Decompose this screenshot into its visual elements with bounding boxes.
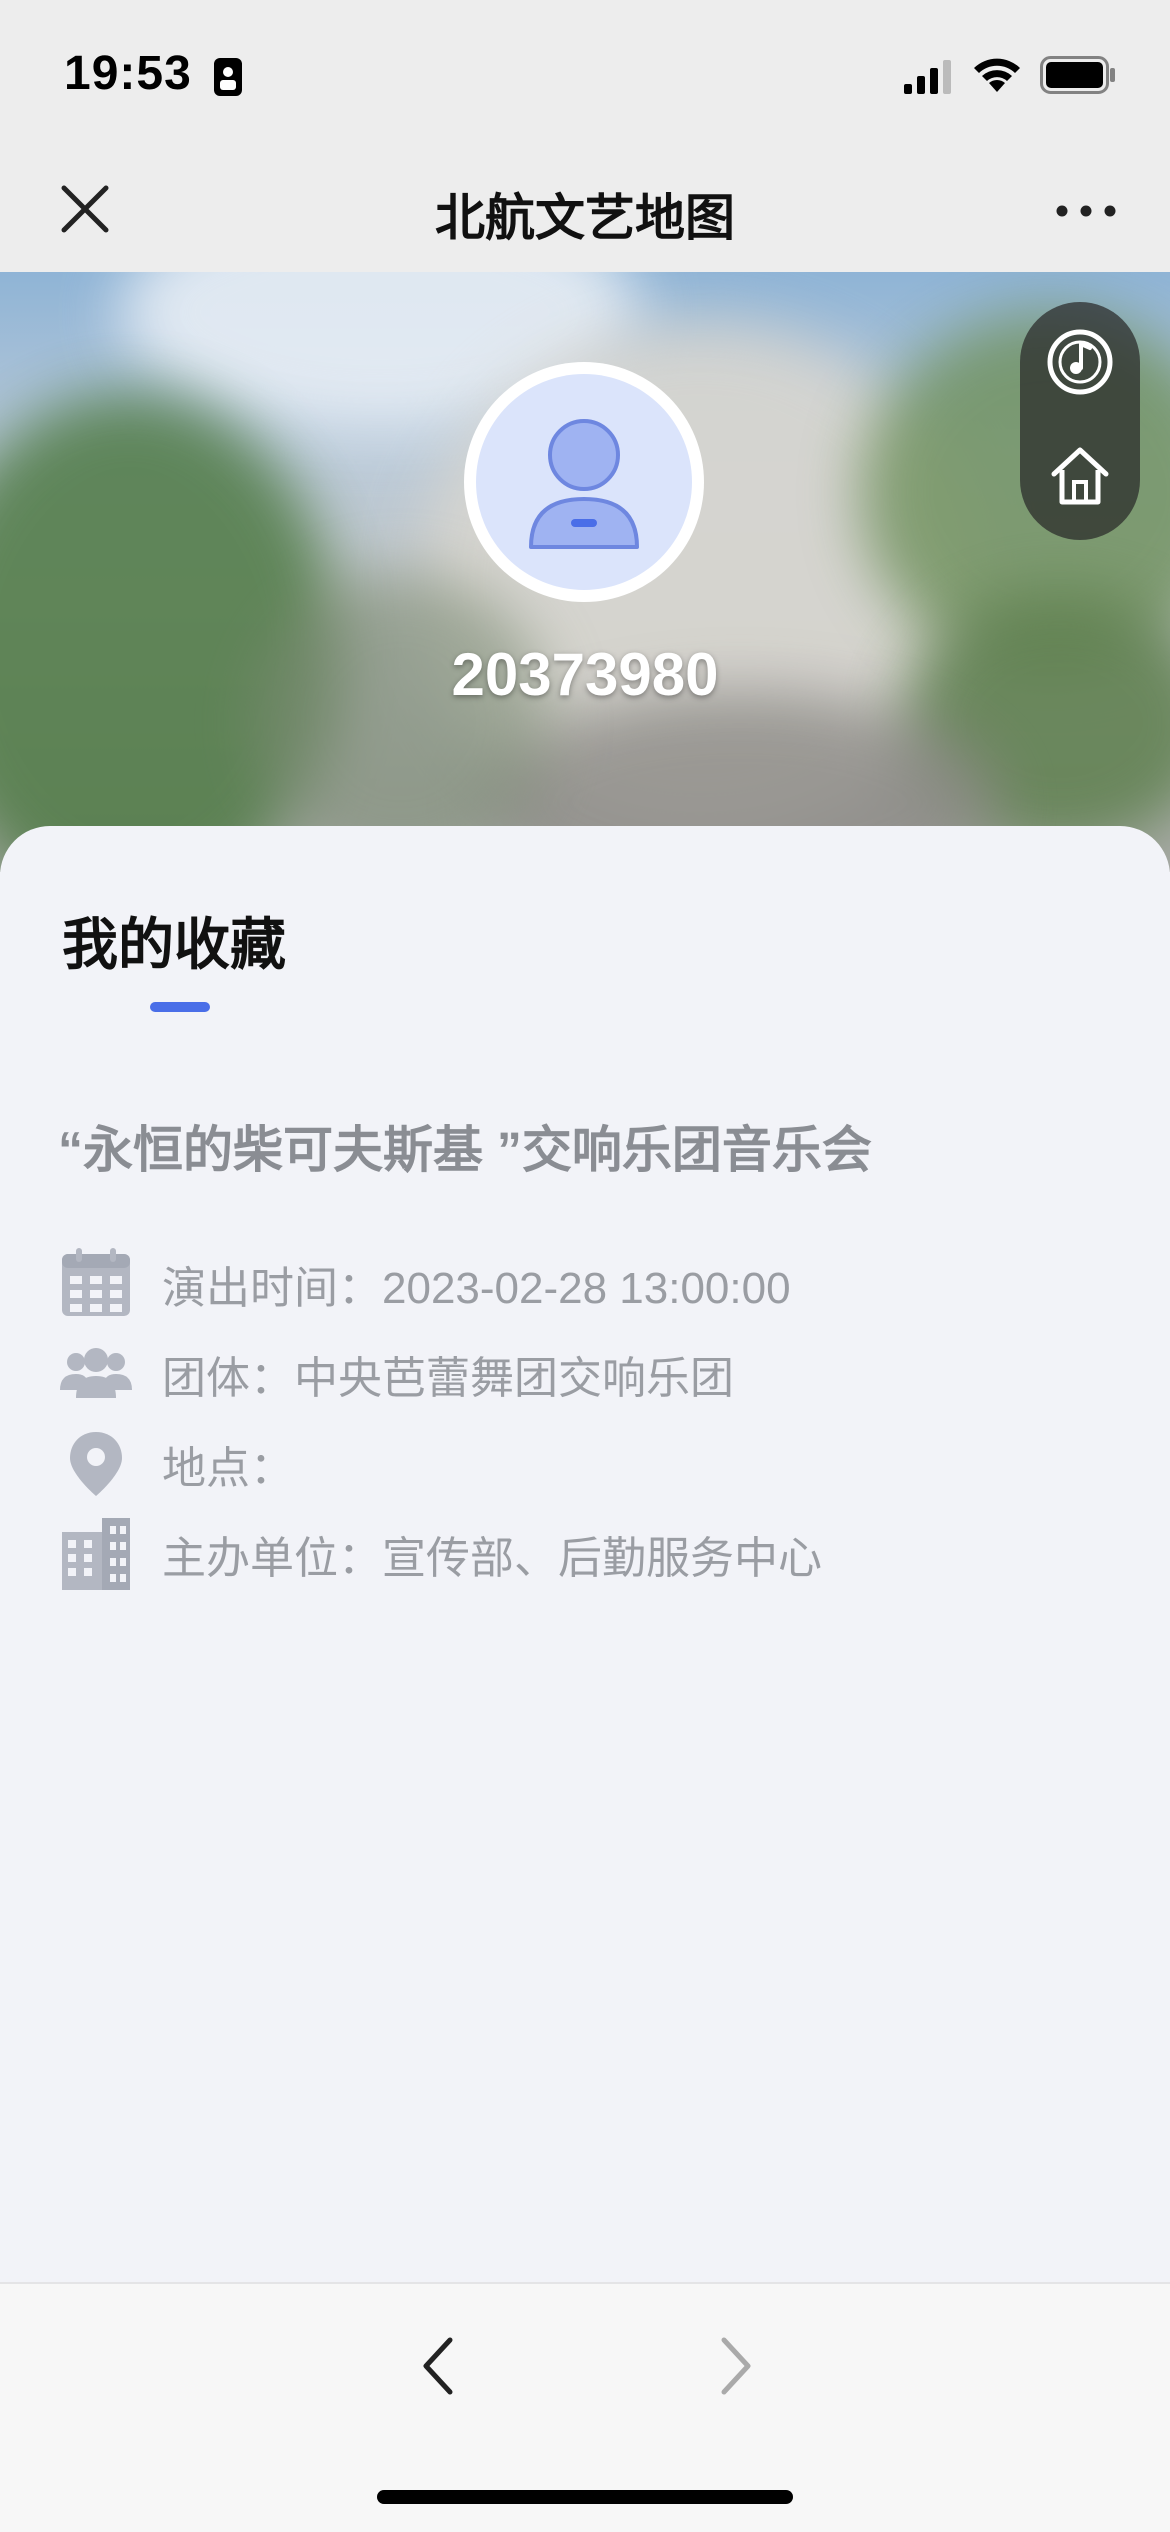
chevron-left-icon[interactable] (408, 2326, 468, 2406)
wifi-icon (974, 58, 1020, 92)
floating-action-group (1020, 302, 1140, 540)
more-icon[interactable] (1050, 186, 1122, 236)
event-location: 地点： (162, 1444, 294, 1493)
section-title: 我的收藏 (62, 913, 286, 976)
signal-icon (904, 60, 951, 94)
home-icon[interactable] (1042, 438, 1118, 514)
event-location-row: 地点： (58, 1426, 294, 1502)
group-icon (58, 1336, 134, 1412)
nav-bar: 北航文艺地图 (0, 150, 1170, 272)
user-id: 20373980 (451, 641, 719, 708)
status-time: 19:53 (64, 47, 192, 100)
chevron-right-icon[interactable] (706, 2326, 766, 2406)
tab-indicator (150, 1002, 210, 1012)
battery-icon (1040, 56, 1115, 94)
event-title[interactable]: “永恒的柴可夫斯基 ”交响乐团音乐会 (58, 1110, 872, 1182)
event-group-row: 团体：中央芭蕾舞团交响乐团 (58, 1336, 734, 1412)
building-icon (58, 1516, 134, 1592)
calendar-icon (58, 1246, 134, 1322)
music-icon[interactable] (1042, 324, 1118, 400)
event-time: 演出时间：2023-02-28 13:00:00 (162, 1264, 791, 1313)
user-icon (476, 374, 692, 590)
home-indicator (377, 2490, 793, 2504)
event-organizer-row: 主办单位：宣传部、后勤服务中心 (58, 1516, 822, 1592)
lock-icon (214, 58, 242, 96)
page-title: 北航文艺地图 (435, 190, 735, 246)
status-bar: 19:53 (0, 0, 1170, 150)
event-time-row: 演出时间：2023-02-28 13:00:00 (58, 1246, 791, 1322)
bottom-nav-bar (0, 2282, 1170, 2532)
event-organizer: 主办单位：宣传部、后勤服务中心 (162, 1534, 822, 1583)
favorites-panel: 我的收藏 “永恒的柴可夫斯基 ”交响乐团音乐会 演出时间：2023-02-28 … (0, 826, 1170, 2282)
avatar[interactable] (464, 362, 704, 602)
location-pin-icon (58, 1426, 134, 1502)
event-group: 团体：中央芭蕾舞团交响乐团 (162, 1354, 734, 1403)
